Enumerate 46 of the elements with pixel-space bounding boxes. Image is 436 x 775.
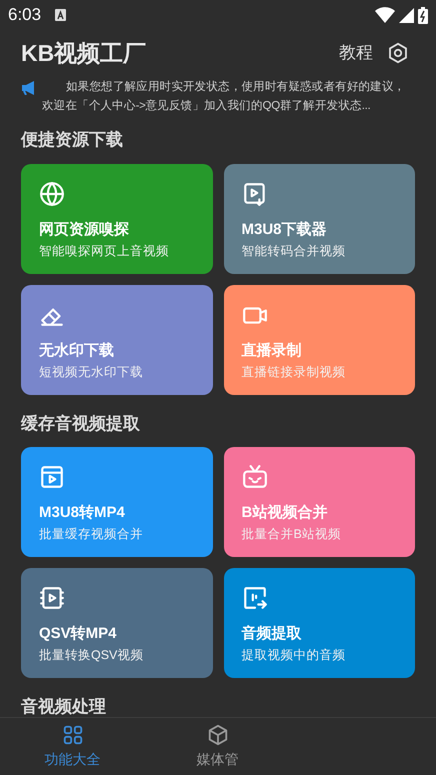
app-title: KB视频工厂	[21, 38, 146, 68]
card-subtitle: 直播链接录制视频	[242, 364, 346, 380]
feature-card[interactable]: QSV转MP4 批量转换QSV视频	[21, 568, 212, 678]
card-title: 音频提取	[242, 624, 302, 644]
card-title: 网页资源嗅探	[39, 220, 130, 240]
feature-card[interactable]: B站视频合并 批量合并B站视频	[224, 447, 415, 557]
feature-card[interactable]: 网页资源嗅探 智能嗅探网页上音视频	[21, 164, 212, 274]
settings-icon[interactable]	[387, 42, 409, 64]
card-subtitle: 智能转码合并视频	[242, 242, 346, 258]
tv-icon	[242, 464, 268, 490]
feature-card[interactable]: M3U8下载器 智能转码合并视频	[224, 164, 415, 274]
nav-tab[interactable]: 功能大全	[0, 718, 145, 775]
card-subtitle: 批量转换QSV视频	[39, 647, 144, 663]
card-subtitle: 提取视频中的音频	[242, 647, 346, 663]
card-subtitle: 批量缓存视频合并	[39, 526, 144, 542]
battery-icon	[418, 6, 428, 24]
card-title: M3U8下载器	[242, 220, 328, 240]
cube-icon	[206, 724, 228, 746]
card-title: 无水印下载	[39, 340, 115, 360]
card-subtitle: 批量合并B站视频	[242, 526, 342, 542]
tutorial-link[interactable]: 教程	[339, 40, 373, 66]
card-title: 直播录制	[242, 340, 302, 360]
section-title: 便捷资源下载	[21, 129, 124, 151]
globe-icon	[39, 180, 65, 206]
notification-icon	[55, 9, 66, 21]
signal-icon	[399, 8, 414, 22]
wifi-icon	[375, 7, 395, 23]
feature-card[interactable]: M3U8转MP4 批量缓存视频合并	[21, 447, 212, 557]
status-time: 6:03	[8, 4, 42, 26]
card-title: B站视频合并	[242, 503, 328, 523]
feature-card[interactable]: 无水印下载 短视频无水印下载	[21, 284, 212, 394]
nav-tab[interactable]: 媒体管	[145, 718, 290, 775]
film-icon	[39, 585, 65, 611]
grid-icon	[62, 724, 84, 746]
card-title: QSV转MP4	[39, 624, 118, 644]
notice-text: 如果您想了解应用时实开发状态，使用时有疑惑或者有好的建议，欢迎在「个人中心->意见反馈」加入我们的QQ群了解开发状态...	[42, 79, 406, 114]
feature-card[interactable]: 直播录制 直播链接录制视频	[224, 284, 415, 394]
clapper-icon	[39, 464, 65, 490]
card-subtitle: 短视频无水印下载	[39, 364, 144, 380]
video-download-icon	[242, 180, 268, 206]
section-title: 音视频处理	[21, 696, 107, 717]
section-title: 缓存音视频提取	[21, 412, 141, 434]
card-title: M3U8转MP4	[39, 503, 126, 523]
feature-card[interactable]: 音频提取 提取视频中的音频	[224, 568, 415, 678]
audio-export-icon	[242, 585, 268, 611]
card-subtitle: 智能嗅探网页上音视频	[39, 242, 170, 258]
